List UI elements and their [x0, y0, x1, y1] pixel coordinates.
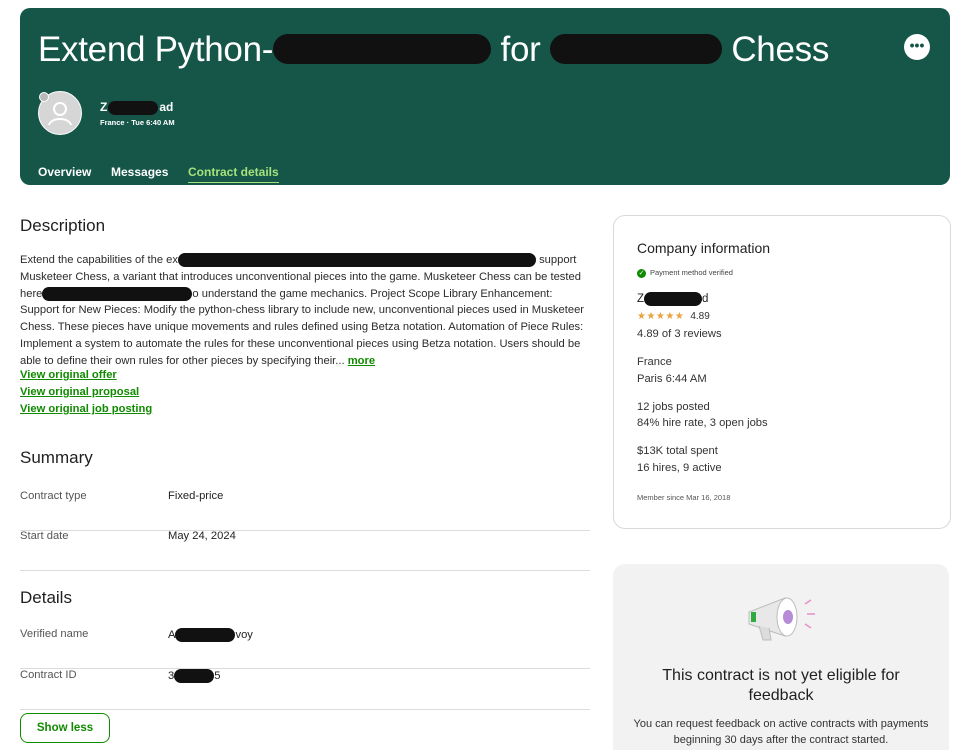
member-since: Member since Mar 16, 2018: [637, 493, 731, 502]
details-row-verified-name: Verified name Avoy: [20, 628, 590, 669]
details-heading: Details: [20, 588, 72, 607]
company-info-heading: Company information: [637, 240, 771, 256]
contract-header: Extend Python- for Chess ••• Zad France …: [20, 8, 950, 185]
company-local-time: Paris 6:44 AM: [637, 373, 707, 385]
client-location-time: France · Tue 6:40 AM: [100, 118, 175, 127]
tab-contract-details[interactable]: Contract details: [188, 165, 279, 183]
summary-row-start-date: Start date May 24, 2024: [20, 530, 590, 571]
description-text: Extend the capabilities of the ex suppor…: [20, 253, 585, 367]
company-info-card: Company information ✓ Payment method veri…: [613, 215, 951, 529]
redaction: [42, 286, 193, 301]
redaction: [644, 292, 703, 306]
verified-check-icon: ✓: [637, 269, 646, 278]
feedback-panel: This contract is not yet eligible for fe…: [613, 564, 949, 750]
feedback-title: This contract is not yet eligible for fe…: [662, 667, 900, 704]
company-name: Zd: [637, 292, 709, 306]
jobs-posted: 12 jobs posted: [637, 401, 710, 413]
view-original-offer-link[interactable]: View original offer: [20, 369, 117, 381]
rating-stars: ★★★★★ 4.89: [637, 311, 710, 322]
contract-title: Extend Python- for Chess: [38, 30, 830, 69]
redaction: [549, 33, 722, 64]
total-spent: $13K total spent: [637, 445, 718, 457]
verified-name-value: Avoy: [168, 628, 253, 642]
tab-overview[interactable]: Overview: [38, 165, 91, 179]
description-more-link[interactable]: more: [348, 355, 375, 367]
star-icons: ★★★★★: [637, 311, 685, 322]
hires-count: 16 hires, 9 active: [637, 462, 722, 474]
show-less-button[interactable]: Show less: [20, 713, 110, 743]
summary-heading: Summary: [20, 448, 93, 467]
tab-messages[interactable]: Messages: [111, 165, 168, 179]
client-name: Zad: [100, 100, 174, 115]
megaphone-icon: [748, 597, 815, 641]
redaction: [175, 628, 236, 642]
redaction: [177, 253, 536, 268]
summary-row-contract-type: Contract type Fixed-price: [20, 490, 590, 531]
more-options-button[interactable]: •••: [904, 34, 930, 60]
contract-id-value: 35: [168, 669, 221, 683]
company-country: France: [637, 356, 672, 368]
payment-verified: ✓ Payment method verified: [637, 268, 733, 278]
hire-rate: 84% hire rate, 3 open jobs: [637, 417, 768, 429]
redaction: [108, 100, 159, 115]
view-original-proposal-link[interactable]: View original proposal: [20, 386, 139, 398]
redaction: [273, 33, 492, 64]
user-icon: [48, 102, 72, 126]
avatar[interactable]: [38, 91, 82, 135]
feedback-description: You can request feedback on active contr…: [633, 718, 929, 746]
reviews-count: 4.89 of 3 reviews: [637, 328, 722, 340]
view-original-job-posting-link[interactable]: View original job posting: [20, 403, 152, 415]
description-heading: Description: [20, 216, 106, 235]
details-row-contract-id: Contract ID 35: [20, 669, 590, 710]
redaction: [174, 669, 215, 683]
